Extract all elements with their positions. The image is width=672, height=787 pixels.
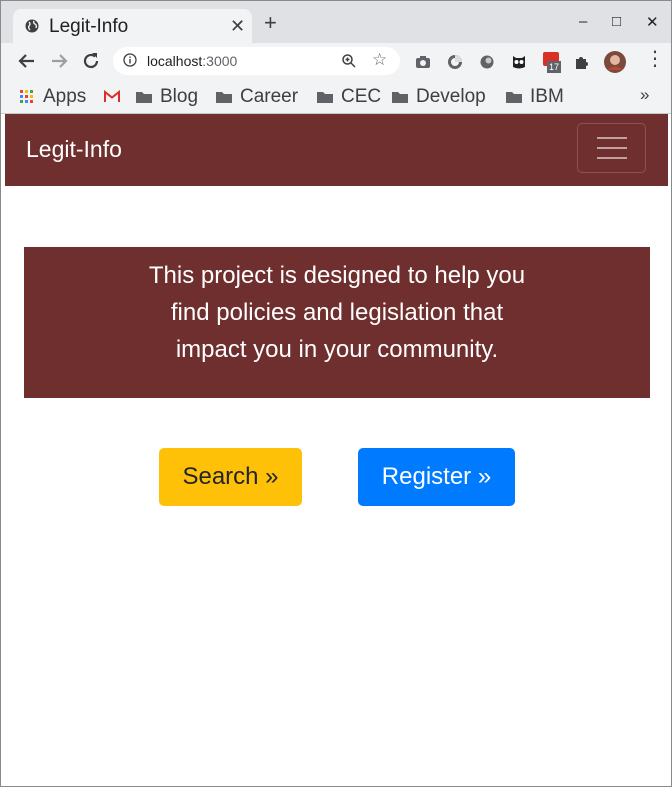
bookmark-label: Career: [240, 86, 299, 107]
bookmark-star-icon[interactable]: ☆: [372, 50, 387, 70]
bookmark-label: Develop: [416, 86, 486, 107]
tab-legit-info[interactable]: Legit-Info ✕: [13, 9, 252, 43]
bookmark-blog[interactable]: Blog: [136, 85, 198, 109]
folder-icon: [506, 92, 522, 103]
bookmark-develop[interactable]: Develop: [392, 85, 486, 109]
intro-text: This project is designed to help you fin…: [24, 257, 650, 368]
gmail-icon[interactable]: [104, 90, 120, 103]
close-window-icon[interactable]: ✕: [646, 13, 659, 31]
hamburger-icon-bar: [597, 137, 627, 139]
address-bar[interactable]: localhost:3000 ☆: [113, 47, 400, 75]
bookmarks-bar: Apps Blog Career CEC Develop IBM »: [1, 81, 671, 114]
intro-line: impact you in your community.: [175, 336, 499, 363]
tab-strip: Legit-Info ✕ + – □ ✕: [1, 1, 671, 43]
new-tab-icon[interactable]: +: [264, 12, 277, 34]
search-button[interactable]: Search »: [159, 448, 302, 506]
bookmarks-overflow-icon[interactable]: »: [640, 85, 649, 105]
intro-line: find policies and legislation that: [170, 299, 504, 326]
calendar-badge: 17: [547, 61, 561, 73]
intro-line: This project is designed to help you: [148, 262, 526, 289]
bookmark-career[interactable]: Career: [216, 85, 298, 109]
folder-icon: [392, 92, 408, 103]
calendar-icon[interactable]: 17: [543, 52, 563, 76]
bookmark-label: IBM: [530, 86, 564, 107]
zoom-icon[interactable]: [341, 53, 357, 69]
forward-arrow-icon[interactable]: [47, 49, 71, 73]
folder-icon: [317, 92, 333, 103]
owl-icon[interactable]: [511, 54, 527, 70]
navbar: Legit-Info: [5, 114, 668, 186]
minimize-icon[interactable]: –: [579, 13, 587, 30]
navbar-brand[interactable]: Legit-Info: [26, 136, 122, 163]
bookmark-label: Blog: [160, 86, 199, 107]
register-button[interactable]: Register »: [358, 448, 515, 506]
bookmark-cec[interactable]: CEC: [317, 85, 381, 109]
folder-icon: [136, 92, 152, 103]
apps-grid-icon: [20, 90, 33, 103]
back-arrow-icon[interactable]: [15, 49, 39, 73]
globe-icon: [25, 19, 39, 33]
maximize-icon[interactable]: □: [612, 13, 621, 30]
color-wheel-icon[interactable]: [447, 54, 463, 70]
bookmark-label: Apps: [43, 86, 87, 107]
navbar-toggler-button[interactable]: [577, 123, 646, 173]
circle-icon[interactable]: [479, 54, 495, 70]
web-page: Legit-Info This project is designed to h…: [5, 114, 668, 786]
intro-banner: This project is designed to help you fin…: [24, 247, 650, 398]
avatar[interactable]: [604, 51, 626, 73]
tab-title: Legit-Info: [49, 16, 129, 37]
browser-toolbar: localhost:3000 ☆ 17 ⋮: [1, 43, 671, 81]
camera-icon[interactable]: [415, 54, 431, 70]
folder-icon: [216, 92, 232, 103]
tab-close-icon[interactable]: ✕: [230, 16, 245, 37]
kebab-menu-icon[interactable]: ⋮: [645, 49, 665, 69]
reload-icon[interactable]: [79, 49, 103, 73]
info-icon[interactable]: [123, 53, 137, 67]
url-text: localhost:3000: [147, 53, 237, 69]
puzzle-icon[interactable]: [574, 54, 590, 70]
hamburger-icon-bar: [597, 147, 627, 149]
browser-window: Legit-Info ✕ + – □ ✕ localhost:3000 ☆ 17…: [0, 0, 672, 787]
hamburger-icon-bar: [597, 157, 627, 159]
url-host: localhost: [147, 53, 203, 69]
bookmark-apps[interactable]: Apps: [19, 85, 86, 109]
bookmark-label: CEC: [341, 86, 382, 107]
bookmark-ibm[interactable]: IBM: [506, 85, 564, 109]
url-port: :3000: [202, 53, 238, 69]
